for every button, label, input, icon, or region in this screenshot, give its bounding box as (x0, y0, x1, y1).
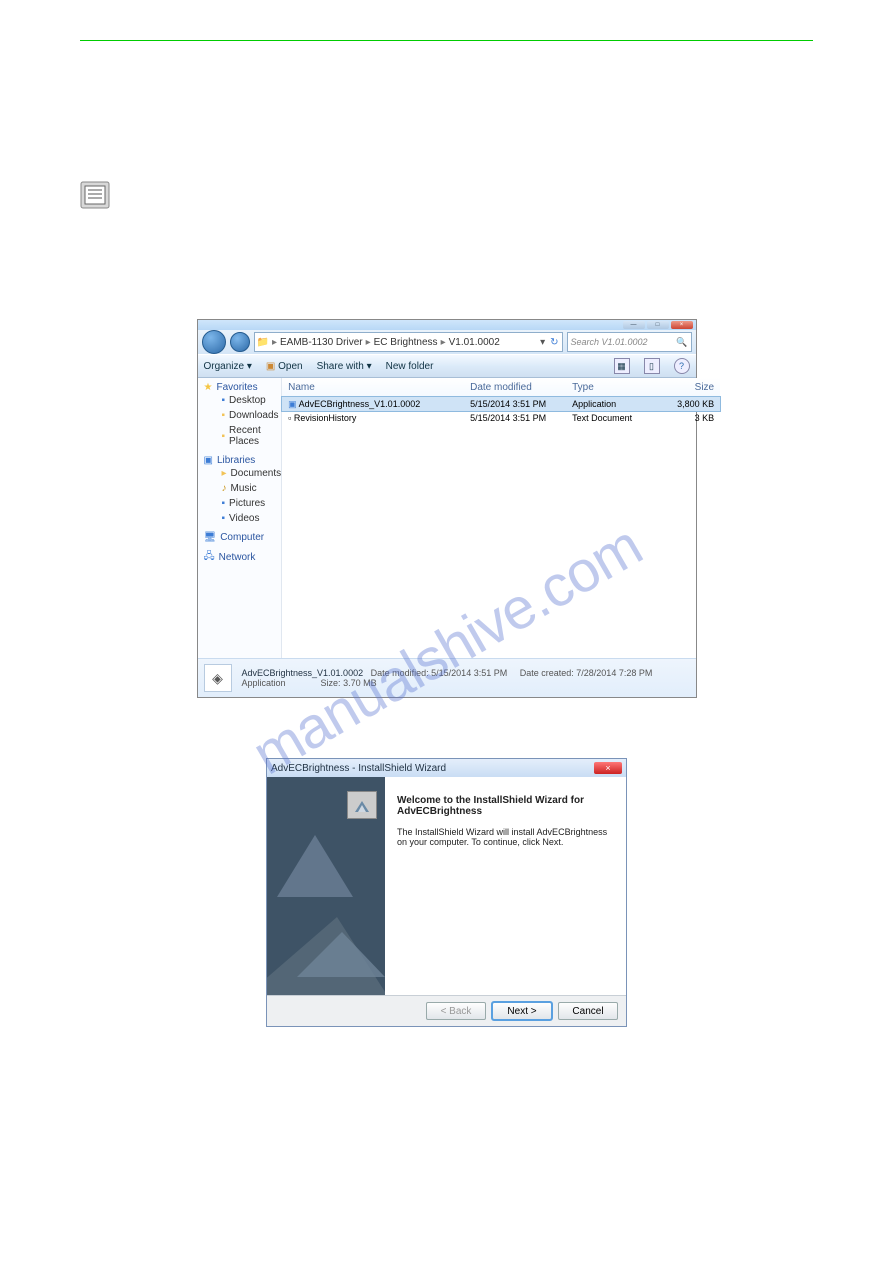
column-headers: Name Date modified Type Size (282, 378, 720, 397)
wizard-body: The InstallShield Wizard will install Ad… (397, 827, 614, 847)
organize-menu[interactable]: Organize ▾ (204, 361, 252, 372)
col-date[interactable]: Date modified (464, 382, 566, 393)
folder-icon: ▪ (222, 410, 226, 421)
open-button[interactable]: ▣ Open (266, 361, 303, 372)
details-name: AdvECBrightness_V1.01.0002 (242, 668, 364, 678)
details-pane: ◈ AdvECBrightness_V1.01.0002 Date modifi… (198, 658, 696, 697)
explorer-window: — □ × 📁 ▸ EAMB-1130 Driver ▸ EC Brightne… (197, 319, 697, 698)
videos-icon: ▪ (222, 513, 226, 524)
view-options[interactable]: ▦ (614, 358, 630, 374)
wizard-heading: Welcome to the InstallShield Wizard for … (397, 795, 614, 817)
sidebar-libraries[interactable]: ▣Libraries (204, 455, 282, 466)
sidebar-computer[interactable]: 🖥Computer (204, 532, 282, 543)
col-name[interactable]: Name (282, 382, 464, 393)
sidebar-item-pictures[interactable]: ▪Pictures (204, 496, 282, 511)
address-bar: 📁 ▸ EAMB-1130 Driver ▸ EC Brightness ▸ V… (198, 330, 696, 354)
network-icon: 🖧 (204, 549, 215, 566)
sidebar-item-music[interactable]: ♪Music (204, 481, 282, 496)
col-type[interactable]: Type (566, 382, 654, 393)
thumbnail-icon: ◈ (204, 664, 232, 692)
computer-icon: 🖥 (204, 532, 217, 543)
installshield-wizard: AdvECBrightness - InstallShield Wizard ×… (266, 758, 627, 1027)
toolbar: Organize ▾ ▣ Open Share with ▾ New folde… (198, 354, 696, 378)
window-max[interactable]: □ (647, 321, 669, 329)
table-row[interactable]: ▣ AdvECBrightness_V1.01.0002 5/15/2014 3… (282, 397, 720, 411)
wizard-footer: < Back Next > Cancel (267, 995, 626, 1026)
sidebar-favorites[interactable]: ★Favorites (204, 382, 282, 393)
note-icon (80, 181, 110, 209)
sidebar-item-desktop[interactable]: ▪Desktop (204, 393, 282, 408)
desktop-icon: ▪ (222, 395, 226, 406)
crumb-2[interactable]: V1.01.0002 (449, 337, 500, 348)
pictures-icon: ▪ (222, 498, 226, 509)
documents-icon: ▸ (222, 468, 227, 479)
note-block (80, 181, 813, 209)
sidebar-item-downloads[interactable]: ▪Downloads (204, 408, 282, 423)
table-row[interactable]: ▫ RevisionHistory 5/15/2014 3:51 PM Text… (282, 411, 720, 425)
header-rule (80, 40, 813, 41)
window-close[interactable]: × (671, 321, 693, 329)
preview-pane[interactable]: ▯ (644, 358, 660, 374)
nav-back[interactable] (202, 330, 226, 354)
sidebar-item-recent[interactable]: ▪Recent Places (204, 423, 282, 449)
recent-icon: ▪ (222, 431, 226, 442)
sidebar-network[interactable]: 🖧Network (204, 549, 282, 566)
sidebar: ★Favorites ▪Desktop ▪Downloads ▪Recent P… (198, 378, 283, 658)
search-input[interactable]: Search V1.01.0002 🔍 (567, 332, 692, 352)
window-min[interactable]: — (623, 321, 645, 329)
nav-forward[interactable] (230, 332, 250, 352)
star-icon: ★ (204, 382, 213, 393)
search-icon[interactable]: 🔍 (676, 337, 687, 348)
col-size[interactable]: Size (654, 382, 720, 393)
crumb-history[interactable]: ▾ (540, 337, 545, 348)
wizard-title: AdvECBrightness - InstallShield Wizard (271, 763, 446, 774)
next-button[interactable]: Next > (492, 1002, 552, 1020)
cancel-button[interactable]: Cancel (558, 1002, 618, 1020)
close-icon[interactable]: × (594, 762, 622, 774)
file-list: Name Date modified Type Size ▣ AdvECBrig… (282, 378, 720, 658)
search-placeholder: Search V1.01.0002 (571, 337, 648, 347)
breadcrumb[interactable]: 📁 ▸ EAMB-1130 Driver ▸ EC Brightness ▸ V… (254, 332, 563, 352)
wizard-content: Welcome to the InstallShield Wizard for … (385, 777, 626, 995)
newfolder-button[interactable]: New folder (386, 361, 434, 372)
details-type: Application (242, 678, 286, 688)
share-menu[interactable]: Share with ▾ (317, 361, 372, 372)
back-button: < Back (426, 1002, 486, 1020)
crumb-0[interactable]: EAMB-1130 Driver (280, 337, 363, 348)
wizard-banner (267, 777, 385, 995)
sidebar-item-videos[interactable]: ▪Videos (204, 511, 282, 526)
refresh-icon[interactable]: ↻ (550, 337, 558, 348)
titlebar: — □ × (198, 320, 696, 330)
libraries-icon: ▣ (204, 455, 213, 466)
help-icon[interactable]: ? (674, 358, 690, 374)
text-icon: ▫ (288, 413, 291, 423)
music-icon: ♪ (222, 483, 227, 494)
app-icon: ▣ (288, 399, 297, 409)
crumb-1[interactable]: EC Brightness (374, 337, 438, 348)
sidebar-item-documents[interactable]: ▸Documents (204, 466, 282, 481)
folder-icon: 📁 (257, 337, 269, 348)
wizard-titlebar: AdvECBrightness - InstallShield Wizard × (267, 759, 626, 777)
